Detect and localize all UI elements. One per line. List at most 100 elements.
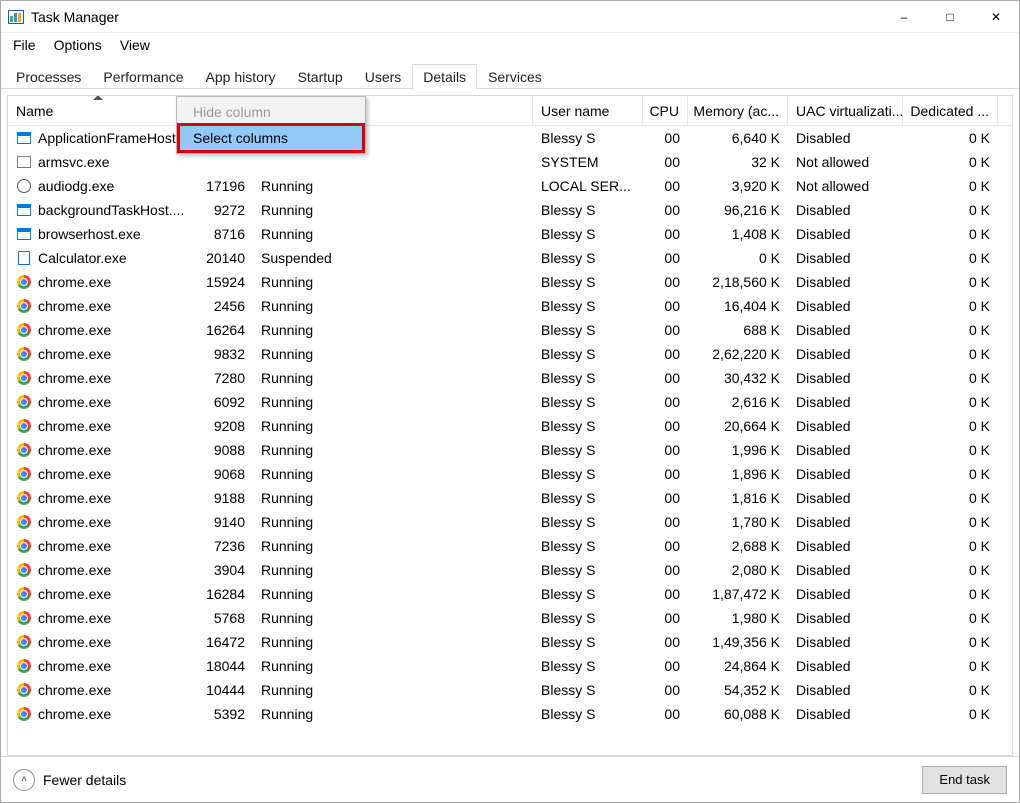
- table-row[interactable]: chrome.exe9188RunningBlessy S001,816 KDi…: [8, 486, 1012, 510]
- end-task-button[interactable]: End task: [922, 766, 1007, 794]
- process-status: Running: [253, 414, 533, 438]
- fewer-details-link[interactable]: Fewer details: [43, 772, 126, 788]
- process-uac: Disabled: [788, 246, 903, 270]
- process-user: Blessy S: [533, 630, 643, 654]
- table-row[interactable]: chrome.exe16284RunningBlessy S001,87,472…: [8, 582, 1012, 606]
- process-uac: Disabled: [788, 534, 903, 558]
- ctx-select-columns[interactable]: Select columns: [179, 125, 363, 151]
- process-name: chrome.exe: [38, 562, 111, 578]
- table-row[interactable]: chrome.exe9068RunningBlessy S001,896 KDi…: [8, 462, 1012, 486]
- process-status: Running: [253, 654, 533, 678]
- process-cpu: 00: [643, 270, 688, 294]
- process-cpu: 00: [643, 246, 688, 270]
- col-memory[interactable]: Memory (ac...: [688, 96, 788, 125]
- process-uac: Disabled: [788, 222, 903, 246]
- ctx-hide-column[interactable]: Hide column: [179, 99, 363, 125]
- process-pid: 6092: [188, 390, 253, 414]
- table-row[interactable]: chrome.exe9832RunningBlessy S002,62,220 …: [8, 342, 1012, 366]
- table-row[interactable]: chrome.exe5768RunningBlessy S001,980 KDi…: [8, 606, 1012, 630]
- process-user: Blessy S: [533, 534, 643, 558]
- process-user: Blessy S: [533, 390, 643, 414]
- tab-details[interactable]: Details: [412, 64, 477, 89]
- close-button[interactable]: ✕: [973, 1, 1019, 33]
- process-dedicated: 0 K: [903, 414, 998, 438]
- menu-options[interactable]: Options: [46, 35, 110, 55]
- process-dedicated: 0 K: [903, 222, 998, 246]
- bottom-bar: ˄ Fewer details End task: [1, 756, 1019, 802]
- tabstrip: Processes Performance App history Startu…: [1, 57, 1019, 89]
- process-status: Running: [253, 558, 533, 582]
- process-dedicated: 0 K: [903, 702, 998, 726]
- table-row[interactable]: chrome.exe9208RunningBlessy S0020,664 KD…: [8, 414, 1012, 438]
- process-dedicated: 0 K: [903, 606, 998, 630]
- tab-processes[interactable]: Processes: [5, 64, 92, 89]
- maximize-button[interactable]: □: [927, 1, 973, 33]
- table-row[interactable]: browserhost.exe8716RunningBlessy S001,40…: [8, 222, 1012, 246]
- table-row[interactable]: chrome.exe9088RunningBlessy S001,996 KDi…: [8, 438, 1012, 462]
- process-memory: 688 K: [688, 318, 788, 342]
- process-memory: 16,404 K: [688, 294, 788, 318]
- table-row[interactable]: chrome.exe6092RunningBlessy S002,616 KDi…: [8, 390, 1012, 414]
- table-row[interactable]: armsvc.exeSYSTEM0032 KNot allowed0 K: [8, 150, 1012, 174]
- tab-performance[interactable]: Performance: [92, 64, 194, 89]
- process-memory: 24,864 K: [688, 654, 788, 678]
- col-cpu[interactable]: CPU: [643, 96, 688, 125]
- table-row[interactable]: chrome.exe3904RunningBlessy S002,080 KDi…: [8, 558, 1012, 582]
- table-row[interactable]: audiodg.exe17196RunningLOCAL SER...003,9…: [8, 174, 1012, 198]
- tab-services[interactable]: Services: [477, 64, 553, 89]
- process-cpu: 00: [643, 390, 688, 414]
- table-row[interactable]: chrome.exe2456RunningBlessy S0016,404 KD…: [8, 294, 1012, 318]
- minimize-button[interactable]: –: [881, 1, 927, 33]
- tab-app-history[interactable]: App history: [195, 64, 287, 89]
- process-uac: Disabled: [788, 126, 903, 150]
- process-name: chrome.exe: [38, 682, 111, 698]
- process-pid: 5392: [188, 702, 253, 726]
- process-dedicated: 0 K: [903, 678, 998, 702]
- process-name: chrome.exe: [38, 490, 111, 506]
- col-user[interactable]: User name: [533, 96, 643, 125]
- table-row[interactable]: Calculator.exe20140SuspendedBlessy S000 …: [8, 246, 1012, 270]
- tab-users[interactable]: Users: [354, 64, 413, 89]
- process-cpu: 00: [643, 198, 688, 222]
- process-dedicated: 0 K: [903, 654, 998, 678]
- col-dedicated[interactable]: Dedicated ...: [903, 96, 998, 125]
- process-cpu: 00: [643, 486, 688, 510]
- process-user: Blessy S: [533, 318, 643, 342]
- table-row[interactable]: ApplicationFrameHost.exeBlessy S006,640 …: [8, 126, 1012, 150]
- end-task-label: End task: [939, 772, 990, 787]
- table-row[interactable]: chrome.exe10444RunningBlessy S0054,352 K…: [8, 678, 1012, 702]
- table-row[interactable]: chrome.exe5392RunningBlessy S0060,088 KD…: [8, 702, 1012, 726]
- process-icon: [16, 298, 32, 314]
- table-row[interactable]: chrome.exe16472RunningBlessy S001,49,356…: [8, 630, 1012, 654]
- process-user: Blessy S: [533, 606, 643, 630]
- process-uac: Disabled: [788, 702, 903, 726]
- table-row[interactable]: chrome.exe16264RunningBlessy S00688 KDis…: [8, 318, 1012, 342]
- col-name[interactable]: Name: [8, 96, 188, 125]
- process-uac: Not allowed: [788, 150, 903, 174]
- process-pid: 18044: [188, 654, 253, 678]
- chevron-up-icon[interactable]: ˄: [13, 769, 35, 791]
- process-cpu: 00: [643, 630, 688, 654]
- grid-body[interactable]: ApplicationFrameHost.exeBlessy S006,640 …: [8, 126, 1012, 755]
- process-pid: 9272: [188, 198, 253, 222]
- table-row[interactable]: chrome.exe7236RunningBlessy S002,688 KDi…: [8, 534, 1012, 558]
- table-row[interactable]: backgroundTaskHost....9272RunningBlessy …: [8, 198, 1012, 222]
- table-row[interactable]: chrome.exe7280RunningBlessy S0030,432 KD…: [8, 366, 1012, 390]
- process-status: Running: [253, 198, 533, 222]
- process-status: Running: [253, 702, 533, 726]
- menu-view[interactable]: View: [112, 35, 158, 55]
- table-row[interactable]: chrome.exe18044RunningBlessy S0024,864 K…: [8, 654, 1012, 678]
- table-row[interactable]: chrome.exe9140RunningBlessy S001,780 KDi…: [8, 510, 1012, 534]
- process-name: Calculator.exe: [38, 250, 127, 266]
- menu-file[interactable]: File: [5, 35, 44, 55]
- process-cpu: 00: [643, 462, 688, 486]
- process-status: Running: [253, 606, 533, 630]
- tab-startup[interactable]: Startup: [287, 64, 354, 89]
- process-pid: 9140: [188, 510, 253, 534]
- table-row[interactable]: chrome.exe15924RunningBlessy S002,18,560…: [8, 270, 1012, 294]
- col-uac[interactable]: UAC virtualizati...: [788, 96, 903, 125]
- grid-header: Name PID Status User name CPU Memory (ac…: [8, 96, 1012, 126]
- process-cpu: 00: [643, 534, 688, 558]
- process-memory: 60,088 K: [688, 702, 788, 726]
- process-memory: 1,996 K: [688, 438, 788, 462]
